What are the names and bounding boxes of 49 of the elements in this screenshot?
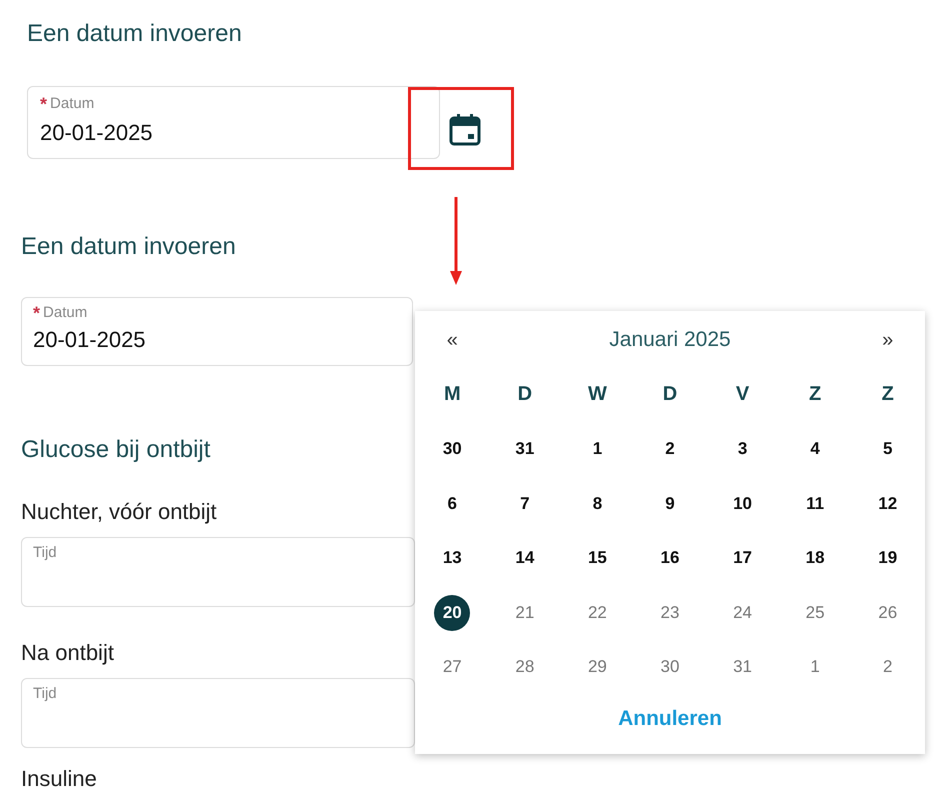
day-button[interactable]: 11 xyxy=(797,486,834,522)
day-button[interactable]: 16 xyxy=(652,540,688,576)
day-button[interactable]: 7 xyxy=(506,486,543,522)
field-label: Datum xyxy=(43,304,88,322)
date-field[interactable]: * Datum 20-01-2025 xyxy=(27,86,440,159)
day-button[interactable]: 13 xyxy=(434,540,470,576)
required-mark: * xyxy=(33,305,40,321)
date-value: 20-01-2025 xyxy=(33,326,146,354)
question-label: Nuchter, vóór ontbijt xyxy=(21,498,217,526)
day-button[interactable]: 10 xyxy=(724,486,761,522)
month-title: Januari 2025 xyxy=(609,328,731,352)
previous-month-button[interactable]: « xyxy=(442,328,462,352)
weekday-label: D xyxy=(518,383,532,406)
required-mark: * xyxy=(40,96,48,112)
day-button[interactable]: 18 xyxy=(797,540,834,576)
section-heading: Een datum invoeren xyxy=(27,19,242,49)
day-button[interactable]: 8 xyxy=(579,486,616,522)
day-button[interactable]: 15 xyxy=(579,540,616,576)
arrow-icon xyxy=(449,197,463,285)
day-button[interactable]: 6 xyxy=(434,486,470,522)
weekday-label: V xyxy=(736,383,750,406)
day-button[interactable]: 4 xyxy=(797,431,834,468)
day-button[interactable]: 20 xyxy=(434,594,470,631)
day-button[interactable]: 3 xyxy=(724,431,761,468)
time-field[interactable]: Tijd xyxy=(21,678,415,748)
day-button[interactable]: 2 xyxy=(652,431,688,468)
day-button[interactable]: 9 xyxy=(652,486,688,522)
question-label: Na ontbijt xyxy=(21,639,114,667)
section-heading: Een datum invoeren xyxy=(21,232,236,262)
day-button[interactable]: 12 xyxy=(870,486,906,522)
field-label: Datum xyxy=(50,95,94,113)
date-field[interactable]: * Datum 20-01-2025 xyxy=(21,297,413,366)
weekday-label: D xyxy=(662,383,678,406)
time-field[interactable]: Tijd xyxy=(21,537,415,607)
question-label: Insuline xyxy=(21,765,97,793)
date-value: 20-01-2025 xyxy=(40,119,153,147)
day-button[interactable]: 5 xyxy=(870,431,906,468)
weekday-label: M xyxy=(444,383,461,406)
day-button[interactable]: 17 xyxy=(724,540,761,576)
day-button[interactable]: 31 xyxy=(506,431,543,468)
weekday-label: Z xyxy=(809,383,822,406)
day-button[interactable]: 30 xyxy=(434,431,470,468)
day-button[interactable]: 19 xyxy=(870,540,906,576)
group-heading: Glucose bij ontbijt xyxy=(21,435,210,465)
next-month-button[interactable]: » xyxy=(878,328,898,352)
day-button[interactable]: 1 xyxy=(579,431,616,468)
day-button[interactable]: 14 xyxy=(506,540,543,576)
weekday-label: W xyxy=(588,383,607,406)
weekday-label: Z xyxy=(882,383,894,406)
